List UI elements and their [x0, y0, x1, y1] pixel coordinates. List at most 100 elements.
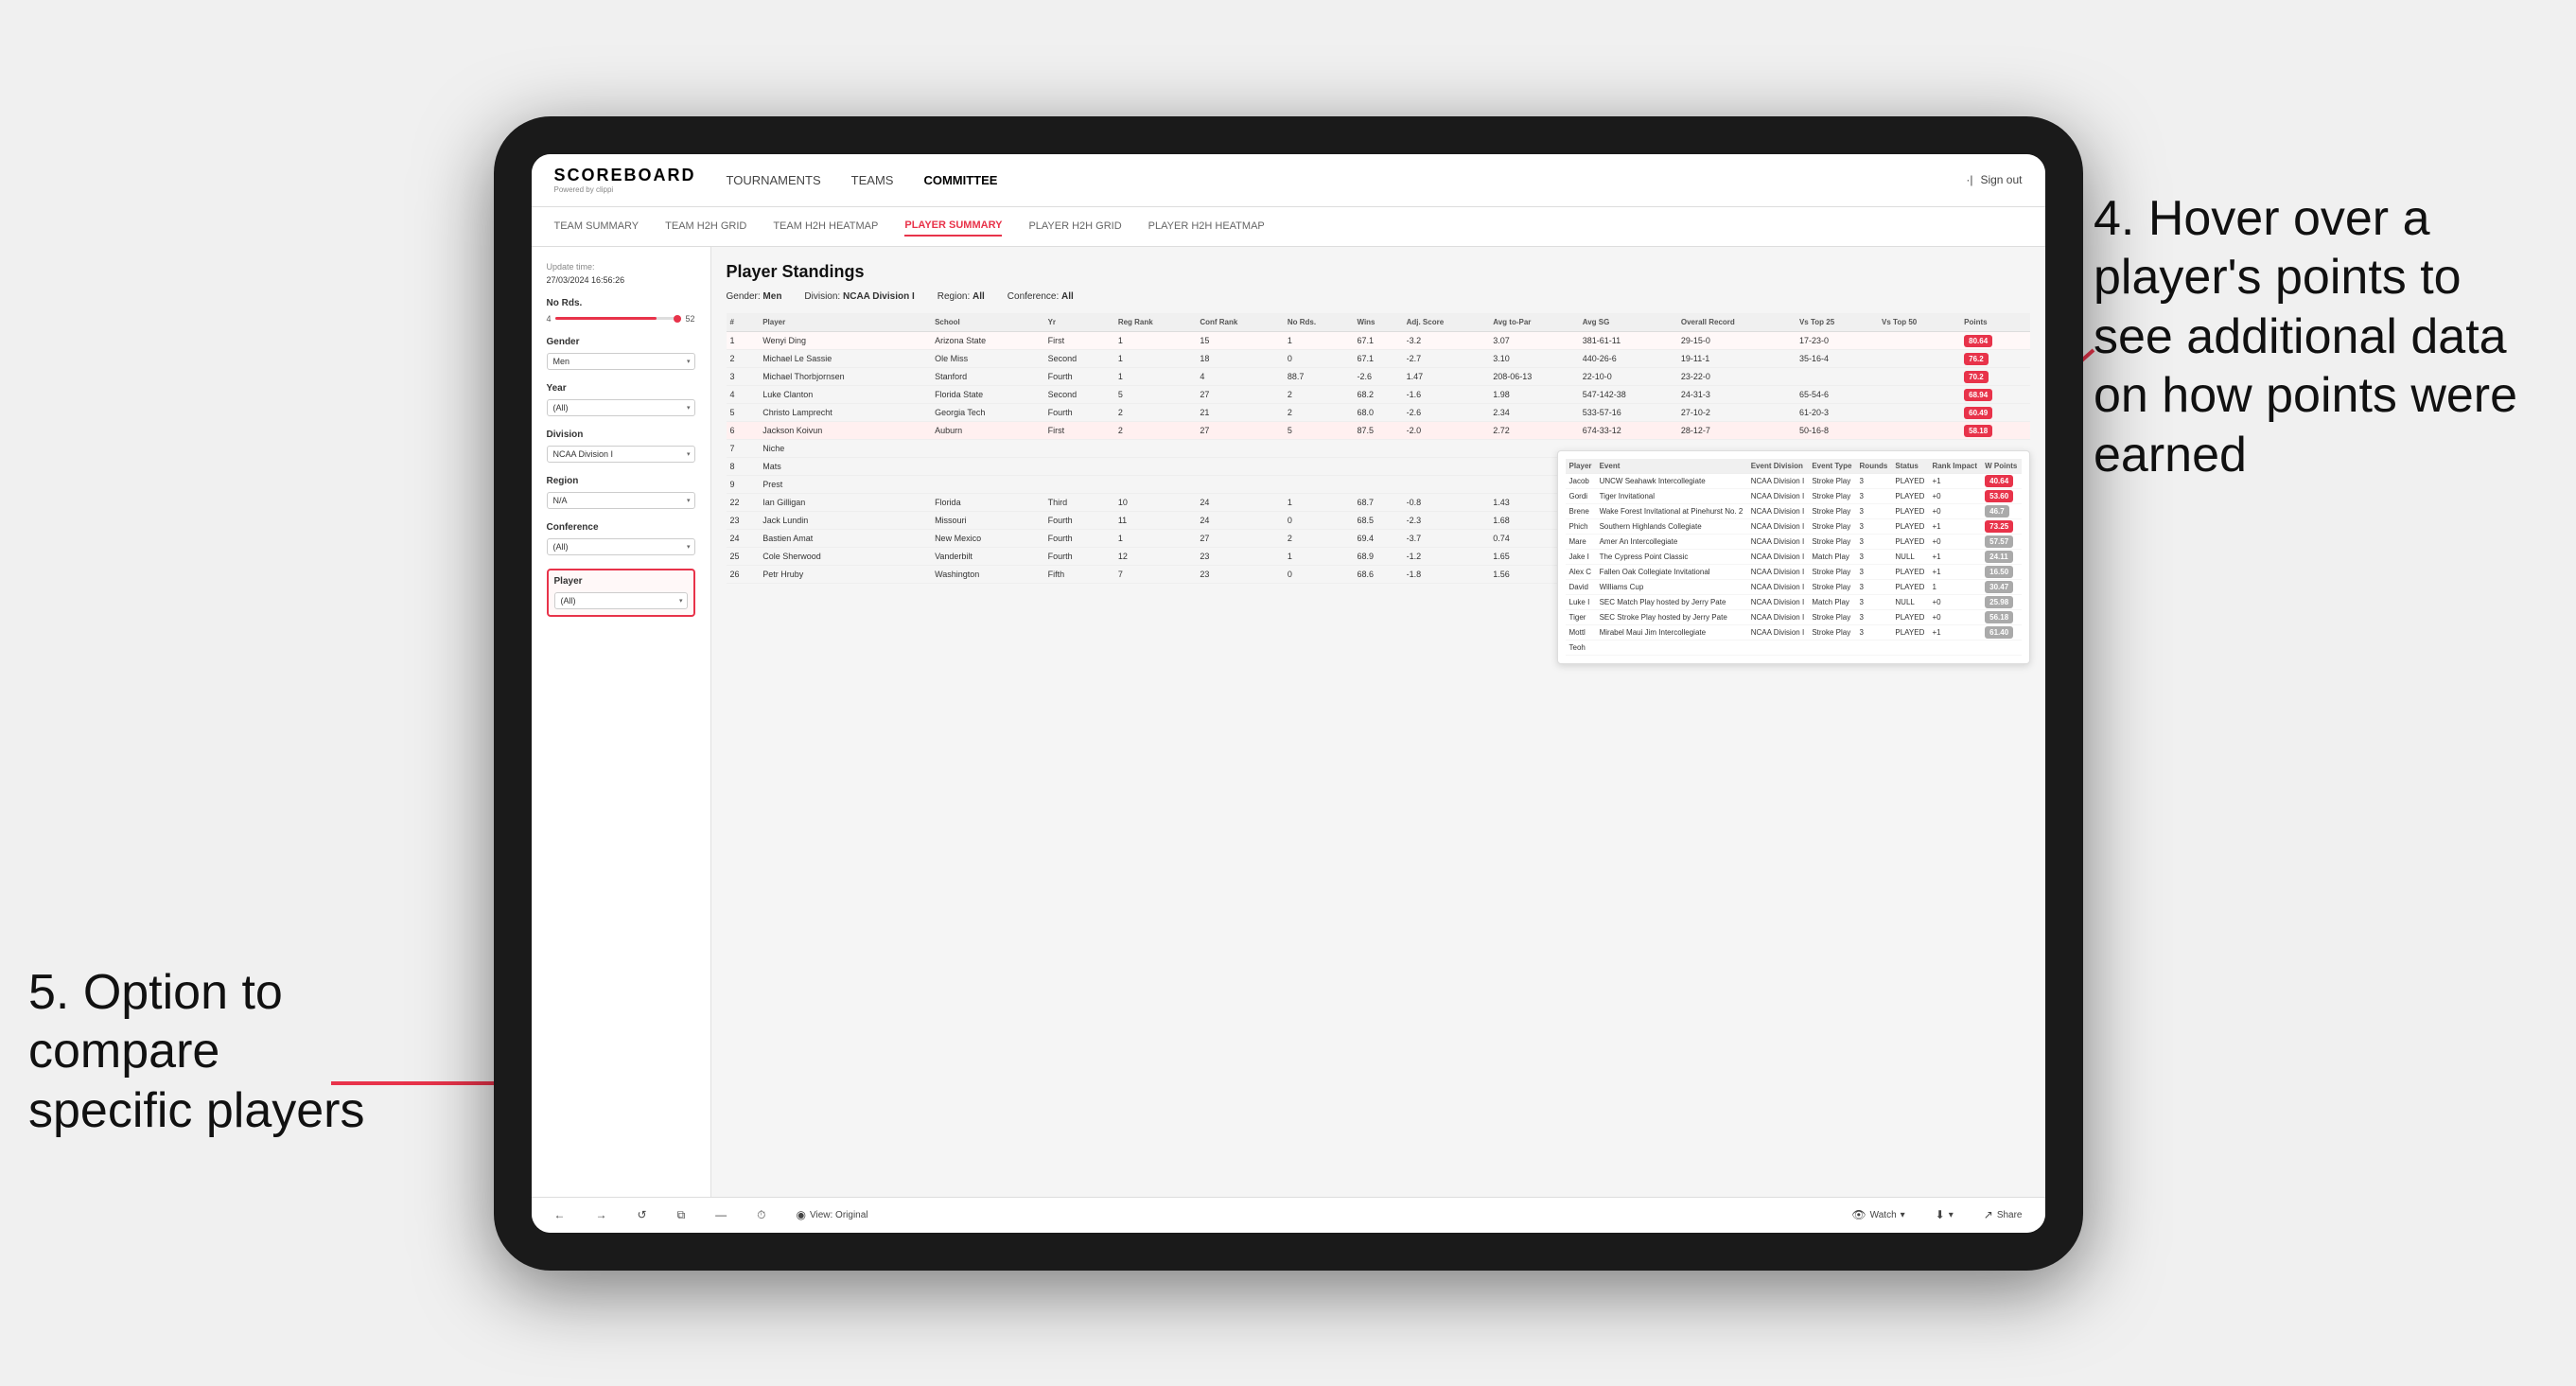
- popup-row: Alex CFallen Oak Collegiate Invitational…: [1566, 564, 2022, 579]
- subnav-team-h2h-heatmap[interactable]: TEAM H2H HEATMAP: [773, 217, 878, 236]
- tablet-frame: SCOREBOARD Powered by clippi TOURNAMENTS…: [494, 116, 2083, 1271]
- points-badge-2[interactable]: 76.2: [1964, 353, 1989, 365]
- page-wrapper: 4. Hover over a player's points to see a…: [0, 0, 2576, 1386]
- no-rds-to: 52: [685, 314, 694, 324]
- nav-items: TOURNAMENTS TEAMS COMMITTEE: [727, 169, 1967, 191]
- popup-points-4: 73.25: [1985, 520, 2013, 533]
- popup-points-11: 61.40: [1985, 626, 2013, 639]
- toolbar-minus-button[interactable]: —: [708, 1205, 734, 1224]
- toolbar-share-button[interactable]: ↗ Share: [1976, 1205, 2030, 1224]
- clock-icon: ⏱: [757, 1208, 765, 1222]
- region-select[interactable]: N/A All: [547, 492, 695, 509]
- refresh-icon: ↺: [638, 1208, 647, 1221]
- toolbar-copy-button[interactable]: ⧉: [670, 1205, 693, 1225]
- gender-select[interactable]: Men Women: [547, 353, 695, 370]
- points-badge-5[interactable]: 60.49: [1964, 407, 1992, 419]
- popup-points-3: 46.7: [1985, 505, 2009, 518]
- points-badge-3[interactable]: 70.2: [1964, 371, 1989, 383]
- filter-conference: Conference: All: [1008, 291, 1074, 302]
- year-select[interactable]: (All) 2024 2023: [547, 399, 695, 416]
- conference-title: Conference: [547, 522, 695, 533]
- region-title: Region: [547, 476, 695, 486]
- table-row: 4 Luke Clanton Florida State Second 5 27…: [727, 385, 2030, 403]
- year-select-wrapper: (All) 2024 2023 ▾: [547, 399, 695, 416]
- points-badge-6[interactable]: 58.18: [1964, 425, 1992, 437]
- subnav-team-h2h-grid[interactable]: TEAM H2H GRID: [665, 217, 746, 236]
- popup-points-6: 24.11: [1985, 551, 2013, 563]
- nav-tournaments[interactable]: TOURNAMENTS: [727, 169, 821, 191]
- logo-title: SCOREBOARD: [554, 166, 696, 185]
- subnav-player-h2h-grid[interactable]: PLAYER H2H GRID: [1028, 217, 1121, 236]
- player-select[interactable]: (All) Wenyi Ding Jackson Koivun: [554, 592, 688, 609]
- toolbar-download-button[interactable]: ⬇ ▾: [1928, 1205, 1961, 1224]
- popup-points-5: 57.57: [1985, 535, 2013, 548]
- gender-title: Gender: [547, 337, 695, 347]
- table-header-row: # Player School Yr Reg Rank Conf Rank No…: [727, 313, 2030, 332]
- points-badge-4[interactable]: 68.94: [1964, 389, 1992, 401]
- sign-out-button[interactable]: Sign out: [1980, 173, 2022, 186]
- toolbar-forward-button[interactable]: →: [588, 1205, 615, 1224]
- col-wins: Wins: [1353, 313, 1402, 332]
- popup-header-row: Player Event Event Division Event Type R…: [1566, 459, 2022, 474]
- toolbar-view-original-button[interactable]: ◉ View: Original: [789, 1205, 876, 1224]
- col-vs-top25: Vs Top 25: [1796, 313, 1878, 332]
- popup-row: DavidWilliams CupNCAA Division IStroke P…: [1566, 579, 2022, 594]
- table-row: 5 Christo Lamprecht Georgia Tech Fourth …: [727, 403, 2030, 421]
- subnav-player-summary[interactable]: PLAYER SUMMARY: [904, 216, 1002, 237]
- subnav-team-summary[interactable]: TEAM SUMMARY: [554, 217, 640, 236]
- col-school: School: [931, 313, 1044, 332]
- sidebar-division: Division NCAA Division I NCAA Division I…: [547, 430, 695, 463]
- year-arrow-icon: ▾: [687, 404, 691, 412]
- filter-region: Region: All: [938, 291, 985, 302]
- popup-row: JacobUNCW Seahawk IntercollegiateNCAA Di…: [1566, 473, 2022, 488]
- sidebar: Update time: 27/03/2024 16:56:26 No Rds.…: [532, 247, 711, 1197]
- col-reg-rank: Reg Rank: [1114, 313, 1197, 332]
- popup-row: TigerSEC Stroke Play hosted by Jerry Pat…: [1566, 609, 2022, 624]
- filter-row: Gender: Men Division: NCAA Division I Re…: [727, 291, 2030, 302]
- nav-teams[interactable]: TEAMS: [851, 169, 894, 191]
- conference-select[interactable]: (All) ACC SEC: [547, 538, 695, 555]
- copy-icon: ⧉: [677, 1208, 686, 1222]
- col-points: Points: [1960, 313, 2029, 332]
- popup-points-7: 16.50: [1985, 566, 2013, 578]
- no-rds-from: 4: [547, 314, 552, 324]
- share-label: Share: [1997, 1210, 2023, 1220]
- logo-sub: Powered by clippi: [554, 185, 696, 194]
- col-overall-record: Overall Record: [1677, 313, 1796, 332]
- sidebar-region: Region N/A All ▾: [547, 476, 695, 509]
- toolbar-clock-button[interactable]: ⏱: [749, 1205, 773, 1225]
- points-badge-1[interactable]: 80.64: [1964, 335, 1992, 347]
- section-title: Player Standings: [727, 262, 2030, 282]
- col-no-rds: No Rds.: [1284, 313, 1354, 332]
- division-select[interactable]: NCAA Division I NCAA Division II: [547, 446, 695, 463]
- popup-row: Luke ISEC Match Play hosted by Jerry Pat…: [1566, 594, 2022, 609]
- popup-row: GordiTiger InvitationalNCAA Division ISt…: [1566, 488, 2022, 503]
- logo-area: SCOREBOARD Powered by clippi: [554, 166, 696, 194]
- toolbar-back-button[interactable]: ←: [547, 1205, 573, 1224]
- sidebar-no-rds: No Rds. 4 52: [547, 298, 695, 324]
- table-row-highlighted: 6 Jackson Koivun Auburn First 2 27 5 87.…: [727, 421, 2030, 439]
- slider-fill: [555, 317, 657, 320]
- minus-icon: —: [715, 1208, 727, 1221]
- toolbar-download-caret: ▾: [1949, 1210, 1954, 1220]
- col-yr: Yr: [1044, 313, 1114, 332]
- nav-committee[interactable]: COMMITTEE: [923, 169, 997, 191]
- col-avg-sg: Avg SG: [1579, 313, 1677, 332]
- division-title: Division: [547, 430, 695, 440]
- annotation-top-right: 4. Hover over a player's points to see a…: [2094, 189, 2548, 484]
- filter-division: Division: NCAA Division I: [804, 291, 914, 302]
- annotation-bottom-left: 5. Option to compare specific players: [28, 963, 388, 1140]
- popup-row: Teoh: [1566, 640, 2022, 655]
- slider-thumb: [674, 315, 681, 323]
- subnav-player-h2h-heatmap[interactable]: PLAYER H2H HEATMAP: [1148, 217, 1265, 236]
- toolbar-watch-button[interactable]: 👁 Watch ▾: [1844, 1205, 1912, 1224]
- data-area: Player Standings Gender: Men Division: N…: [711, 247, 2045, 1197]
- share-icon: ↗: [1984, 1208, 1993, 1221]
- no-rds-title: No Rds.: [547, 298, 695, 308]
- toolbar-refresh-button[interactable]: ↺: [630, 1205, 655, 1224]
- no-rds-slider[interactable]: [555, 317, 682, 320]
- popup-table: Player Event Event Division Event Type R…: [1566, 459, 2022, 656]
- col-avg-to-par: Avg to-Par: [1489, 313, 1579, 332]
- update-label: Update time:: [547, 262, 695, 272]
- sub-nav: TEAM SUMMARY TEAM H2H GRID TEAM H2H HEAT…: [532, 207, 2045, 247]
